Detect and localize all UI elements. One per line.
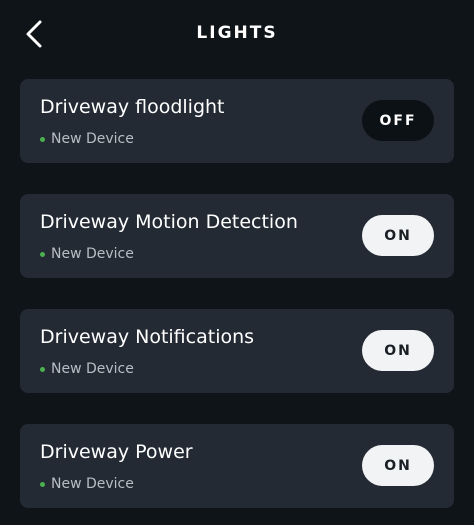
lights-screen: LIGHTS Driveway floodlight New Device OF… bbox=[0, 0, 474, 525]
device-status-label: New Device bbox=[51, 361, 134, 377]
device-name: Driveway Notifications bbox=[40, 326, 255, 348]
device-status: New Device bbox=[40, 361, 134, 377]
device-status-label: New Device bbox=[51, 131, 134, 147]
device-card-driveway-power: Driveway Power New Device ON bbox=[20, 424, 454, 508]
device-status-label: New Device bbox=[51, 476, 134, 492]
device-status: New Device bbox=[40, 131, 134, 147]
device-status: New Device bbox=[40, 246, 134, 262]
status-dot-icon bbox=[40, 366, 45, 372]
header: LIGHTS bbox=[0, 0, 474, 70]
status-dot-icon bbox=[40, 136, 45, 142]
page-title: LIGHTS bbox=[196, 23, 278, 43]
toggle-button[interactable]: ON bbox=[362, 215, 434, 256]
device-status-label: New Device bbox=[51, 246, 134, 262]
toggle-button[interactable]: ON bbox=[362, 445, 434, 486]
device-card-driveway-notifications: Driveway Notifications New Device ON bbox=[20, 309, 454, 393]
device-card-driveway-floodlight: Driveway floodlight New Device OFF bbox=[20, 79, 454, 163]
status-dot-icon bbox=[40, 251, 45, 257]
device-status: New Device bbox=[40, 476, 134, 492]
device-name: Driveway floodlight bbox=[40, 96, 225, 118]
device-name: Driveway Power bbox=[40, 441, 193, 463]
device-name: Driveway Motion Detection bbox=[40, 211, 298, 233]
status-dot-icon bbox=[40, 481, 45, 487]
device-card-driveway-motion-detection: Driveway Motion Detection New Device ON bbox=[20, 194, 454, 278]
toggle-button[interactable]: OFF bbox=[362, 100, 434, 141]
toggle-button[interactable]: ON bbox=[362, 330, 434, 371]
